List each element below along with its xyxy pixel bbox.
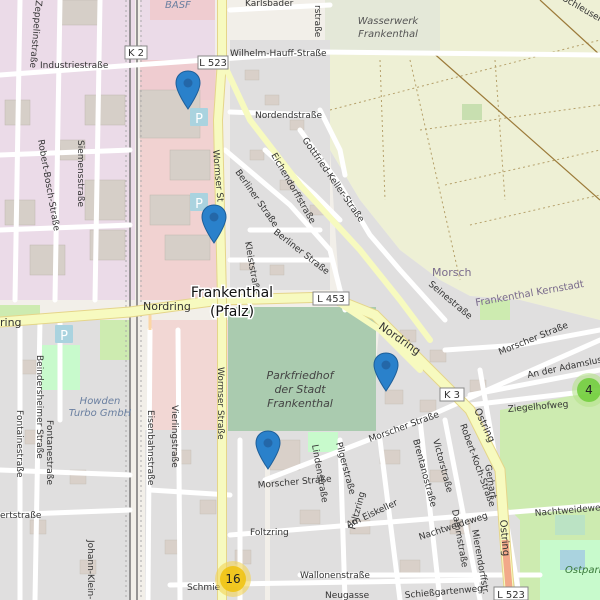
map-pin-icon <box>201 204 227 244</box>
city-label-2: (Pfalz) <box>210 304 254 320</box>
city-label: Frankenthal <box>191 285 273 301</box>
street-label: Wilhelm-Hauff-Straße <box>230 49 327 59</box>
street-label: Nordendstraße <box>255 111 323 121</box>
svg-text:L 523: L 523 <box>199 58 227 69</box>
district-label: Morsch <box>432 266 472 279</box>
map-pin-icon <box>373 352 399 392</box>
street-label: Foltzring <box>250 528 289 538</box>
street-label: Karlsbader <box>245 0 294 9</box>
waterworks-label: Wasserwerk <box>358 16 420 27</box>
street-label: Neugasse <box>325 591 370 600</box>
cluster-count: 16 <box>225 572 241 586</box>
cemetery-label: Frankenthal <box>267 397 333 410</box>
cemetery-label: der Stadt <box>274 383 326 396</box>
street-label: ring <box>0 316 22 329</box>
street-label: Fontainestraße <box>14 410 24 478</box>
cemetery-label: Parkfriedhof <box>266 369 335 382</box>
map-marker-3[interactable] <box>373 352 399 392</box>
company-label: BASF <box>165 0 191 11</box>
street-label: Johann-Klein-Str. <box>85 539 95 600</box>
street-label: rstraße <box>312 5 322 38</box>
street-label: ertstraße <box>0 511 42 521</box>
map-tiles: P P P K 2 L 523 L 453 K 3 L 523 Industri… <box>0 0 600 600</box>
company-label: Turbo GmbH <box>69 408 132 419</box>
map-marker-2[interactable] <box>201 204 227 244</box>
map-view[interactable]: P P P K 2 L 523 L 453 K 3 L 523 Industri… <box>0 0 600 600</box>
marker-cluster-orange[interactable]: 16 <box>215 561 251 597</box>
street-label: Vierlingstraße <box>169 405 179 468</box>
street-label: Fontanestraße <box>44 420 54 485</box>
map-pin-icon <box>255 430 281 470</box>
street-label: Wormser Straße <box>215 367 225 440</box>
map-pin-icon <box>175 70 201 110</box>
street-label: Eisenbahnstraße <box>145 410 155 486</box>
svg-text:L 523: L 523 <box>497 590 525 600</box>
company-label: Howden <box>80 396 121 407</box>
svg-text:L 453: L 453 <box>317 294 345 305</box>
svg-text:P: P <box>195 112 203 127</box>
svg-text:K 2: K 2 <box>128 48 144 59</box>
map-marker-1[interactable] <box>175 70 201 110</box>
street-label: Industriestraße <box>40 61 109 71</box>
map-marker-4[interactable] <box>255 430 281 470</box>
street-label: Nordring <box>143 300 191 313</box>
waterworks-label: Frankenthal <box>358 29 418 40</box>
street-label: Beindersheimer Straße <box>34 355 44 459</box>
svg-text:K 3: K 3 <box>444 390 460 401</box>
street-label: Wallonenstraße <box>300 571 370 581</box>
cluster-count: 4 <box>585 383 593 397</box>
svg-text:P: P <box>60 329 68 344</box>
park-label: Ostpark <box>565 565 600 576</box>
marker-cluster-green[interactable]: 4 <box>572 373 600 407</box>
street-label: Siemensstraße <box>75 140 85 208</box>
